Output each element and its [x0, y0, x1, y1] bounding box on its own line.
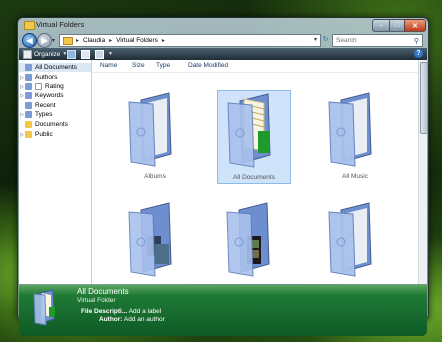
file-list: Name Size Type Date Modified Albums All … — [92, 60, 418, 284]
search-icon[interactable]: ⚲ — [414, 37, 422, 45]
folder-tile-albums[interactable]: Albums — [119, 90, 191, 182]
file-description-value[interactable]: Add a label — [129, 308, 162, 315]
sidebar-item-label: Authors — [35, 74, 58, 81]
forward-button[interactable]: ▶ — [37, 33, 52, 48]
close-button[interactable]: ✕ — [404, 19, 426, 32]
refresh-icon[interactable]: ↻ — [321, 35, 330, 44]
title-bar[interactable]: Virtual Folders – □ ✕ — [18, 18, 428, 32]
layout-icon — [95, 49, 104, 59]
slideshow-button[interactable] — [81, 49, 92, 59]
column-header-type[interactable]: Type — [156, 62, 170, 71]
virtual-folder-icon — [33, 289, 55, 326]
virtual-folder-icon — [328, 92, 372, 167]
vertical-scrollbar[interactable] — [418, 60, 428, 284]
organize-button[interactable]: Organize ▼ — [23, 49, 67, 59]
folder-tile-pictures[interactable] — [119, 200, 191, 284]
virtual-folder-icon — [128, 202, 172, 277]
address-bar-row: ◀ ▶ ▾ ▸ Claudia ▸ Virtual Folders ▸ ▾ ↻ … — [18, 33, 428, 49]
sidebar-item-label: Public — [35, 131, 53, 138]
file-description-label: File Descripti... — [81, 308, 128, 315]
sidebar-item-label: Types — [35, 111, 53, 118]
sidebar-item-label: Keywords — [35, 92, 64, 99]
folder-tile-all-music[interactable]: All Music — [319, 90, 391, 182]
virtual-folder-icon — [328, 202, 372, 277]
minimize-button[interactable]: – — [372, 19, 390, 32]
organize-label: Organize — [34, 50, 61, 58]
slideshow-icon — [81, 49, 90, 59]
column-header-size[interactable]: Size — [132, 62, 145, 71]
chevron-down-icon: ▼ — [108, 51, 113, 57]
folder-icon — [25, 131, 32, 138]
breadcrumb-claudia[interactable]: Claudia — [83, 37, 105, 44]
sidebar-item-documents[interactable]: Documents — [19, 120, 68, 129]
folder-icon — [25, 111, 32, 118]
layout-button[interactable]: ▼ — [95, 49, 113, 59]
sidebar-item-authors[interactable]: ▷ Authors — [19, 73, 57, 82]
sidebar-item-public[interactable]: ▷ Public — [19, 130, 53, 139]
breadcrumb-separator-icon[interactable]: ▸ — [162, 37, 165, 44]
folder-icon — [63, 36, 73, 45]
folder-icon — [25, 83, 32, 90]
help-icon[interactable]: ? — [414, 49, 423, 58]
author-label: Author: — [99, 316, 123, 323]
views-icon — [67, 49, 76, 59]
sidebar-item-types[interactable]: ▷ Types — [19, 110, 52, 119]
sidebar-item-label: Documents — [35, 121, 68, 128]
header-divider — [92, 72, 418, 73]
maximize-button[interactable]: □ — [389, 19, 405, 32]
breadcrumb-virtual-folders[interactable]: Virtual Folders — [116, 37, 158, 44]
folder-label: All Documents — [233, 174, 275, 181]
folder-label: All Music — [341, 173, 368, 180]
details-item-name: All Documents — [77, 287, 129, 296]
search-input[interactable]: Search ⚲ — [332, 34, 423, 47]
folder-tile-all-documents[interactable]: All Documents — [217, 90, 291, 184]
folder-tile-other[interactable] — [319, 200, 391, 284]
column-header-date-modified[interactable]: Date Modified — [188, 62, 228, 71]
virtual-folder-icon — [226, 202, 270, 277]
folder-label: Albums — [144, 173, 166, 180]
scrollbar-thumb[interactable] — [420, 62, 428, 134]
explorer-window: Virtual Folders – □ ✕ ◀ ▶ ▾ ▸ Claudia ▸ … — [17, 17, 429, 336]
search-placeholder: Search — [336, 37, 357, 44]
folder-tile-videos[interactable] — [217, 200, 289, 284]
details-file-description: File Descripti... Add a label — [81, 308, 161, 315]
folder-icon — [25, 74, 32, 81]
address-dropdown-icon[interactable]: ▾ — [314, 36, 317, 43]
sidebar-item-recent[interactable]: Recent — [19, 101, 56, 110]
folder-icon — [25, 92, 32, 99]
navigation-pane: All Documents ▷ Authors ▷ Rating ▷ Keywo… — [19, 60, 92, 284]
sidebar-item-all-documents[interactable]: All Documents — [19, 63, 91, 72]
address-box[interactable]: ▸ Claudia ▸ Virtual Folders ▸ ▾ — [59, 34, 321, 47]
command-bar: Organize ▼ ▼ ▼ ? — [19, 48, 427, 60]
sidebar-item-label: Recent — [35, 102, 56, 109]
column-header-name[interactable]: Name — [100, 62, 117, 71]
organize-icon — [23, 49, 32, 59]
virtual-folder-icon — [128, 92, 172, 167]
details-author: Author: Add an author — [99, 316, 165, 323]
author-value[interactable]: Add an author — [124, 316, 165, 323]
sidebar-item-label: All Documents — [35, 64, 77, 71]
sidebar-item-rating[interactable]: ▷ Rating — [19, 82, 64, 91]
recent-pages-icon[interactable]: ▾ — [52, 37, 55, 44]
sidebar-item-label: Rating — [45, 83, 64, 90]
folder-icon — [25, 121, 32, 128]
back-button[interactable]: ◀ — [22, 33, 37, 48]
star-icon — [35, 83, 42, 90]
window-title: Virtual Folders — [36, 20, 85, 29]
breadcrumb-separator-icon[interactable]: ▸ — [109, 37, 112, 44]
virtual-folder-icon — [227, 93, 271, 168]
folder-icon — [25, 64, 32, 71]
sidebar-item-keywords[interactable]: ▷ Keywords — [19, 91, 64, 100]
details-item-type: Virtual Folder — [77, 297, 116, 304]
details-pane: All Documents Virtual Folder File Descri… — [19, 285, 427, 336]
folder-icon — [25, 102, 32, 109]
folder-icon — [24, 21, 35, 30]
breadcrumb-separator-icon[interactable]: ▸ — [76, 37, 79, 44]
